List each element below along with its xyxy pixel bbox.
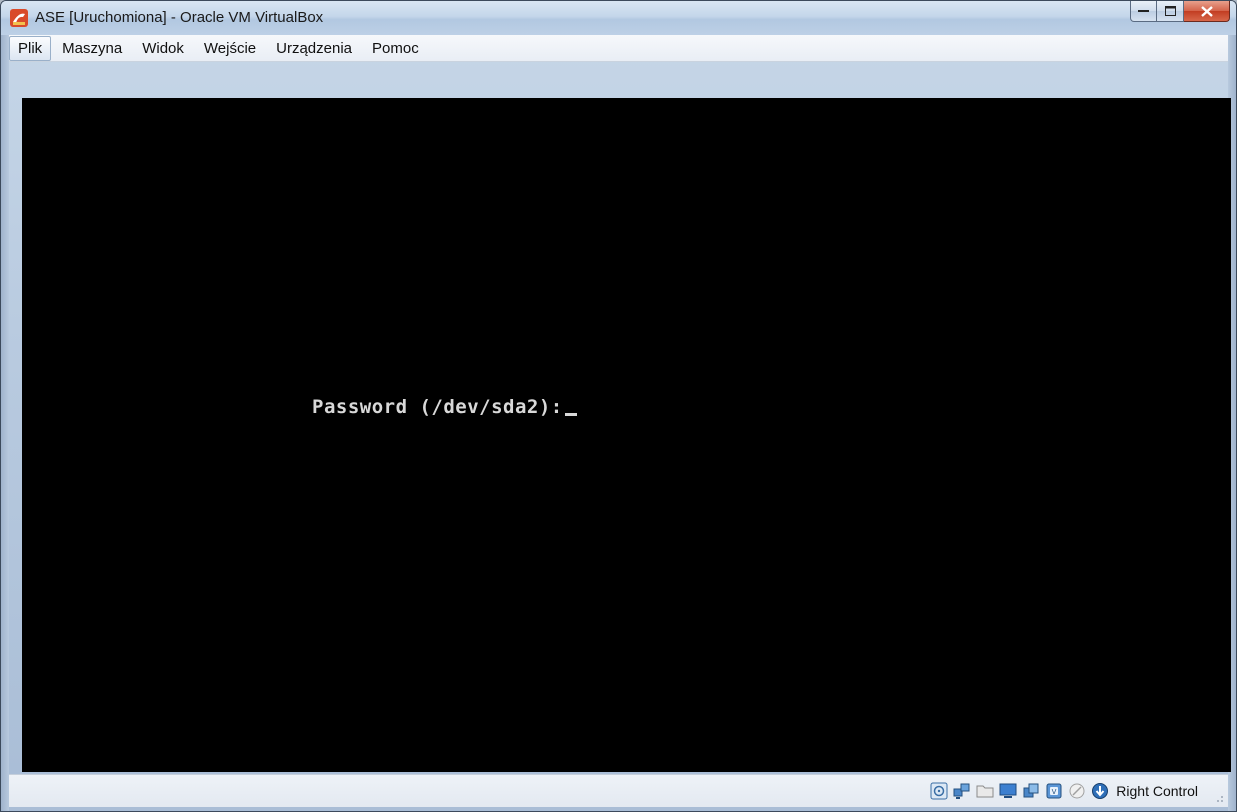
close-button[interactable] <box>1184 1 1230 22</box>
virtualbox-window: ASE [Uruchomiona] - Oracle VM VirtualBox… <box>0 0 1237 812</box>
hard-disk-icon[interactable] <box>930 782 948 800</box>
display-icon[interactable] <box>999 782 1017 800</box>
minimize-button[interactable] <box>1130 1 1157 22</box>
mouse-integration-icon[interactable] <box>1068 782 1086 800</box>
usb-icon[interactable] <box>1022 782 1040 800</box>
resize-grip-icon[interactable] <box>1212 791 1224 803</box>
cpu-virtualization-icon[interactable]: V <box>1045 782 1063 800</box>
menu-pomoc[interactable]: Pomoc <box>363 36 428 61</box>
window-controls <box>1130 1 1230 23</box>
keyboard-capture-icon[interactable] <box>1091 782 1109 800</box>
title-bar[interactable]: ASE [Uruchomiona] - Oracle VM VirtualBox <box>1 1 1236 35</box>
maximize-icon <box>1164 6 1176 16</box>
host-key-label: Right Control <box>1116 783 1198 799</box>
console-prompt-line: Password (/dev/sda2): <box>312 396 577 418</box>
menu-plik[interactable]: Plik <box>9 35 52 61</box>
minimize-icon <box>1138 10 1149 12</box>
menu-urzadzenia[interactable]: Urządzenia <box>267 36 361 61</box>
menu-widok[interactable]: Widok <box>133 36 193 61</box>
network-icon[interactable] <box>953 782 971 800</box>
menu-maszyna[interactable]: Maszyna <box>53 36 131 61</box>
status-bar: V Right Control <box>9 774 1228 807</box>
password-prompt: Password (/dev/sda2): <box>312 396 563 418</box>
svg-text:V: V <box>1052 788 1057 796</box>
window-title: ASE [Uruchomiona] - Oracle VM VirtualBox <box>35 9 324 26</box>
menu-bar: Plik Maszyna Widok Wejście Urządzenia Po… <box>9 35 1228 62</box>
virtualbox-app-icon <box>10 9 28 27</box>
shared-folders-icon[interactable] <box>976 782 994 800</box>
maximize-button[interactable] <box>1157 1 1184 22</box>
vm-display-screen[interactable]: Password (/dev/sda2): <box>22 98 1231 772</box>
menu-wejscie[interactable]: Wejście <box>195 36 265 61</box>
close-icon <box>1200 5 1213 17</box>
status-icons: V Right Control <box>930 782 1198 800</box>
window-left-border <box>1 35 9 811</box>
text-cursor <box>564 413 577 416</box>
